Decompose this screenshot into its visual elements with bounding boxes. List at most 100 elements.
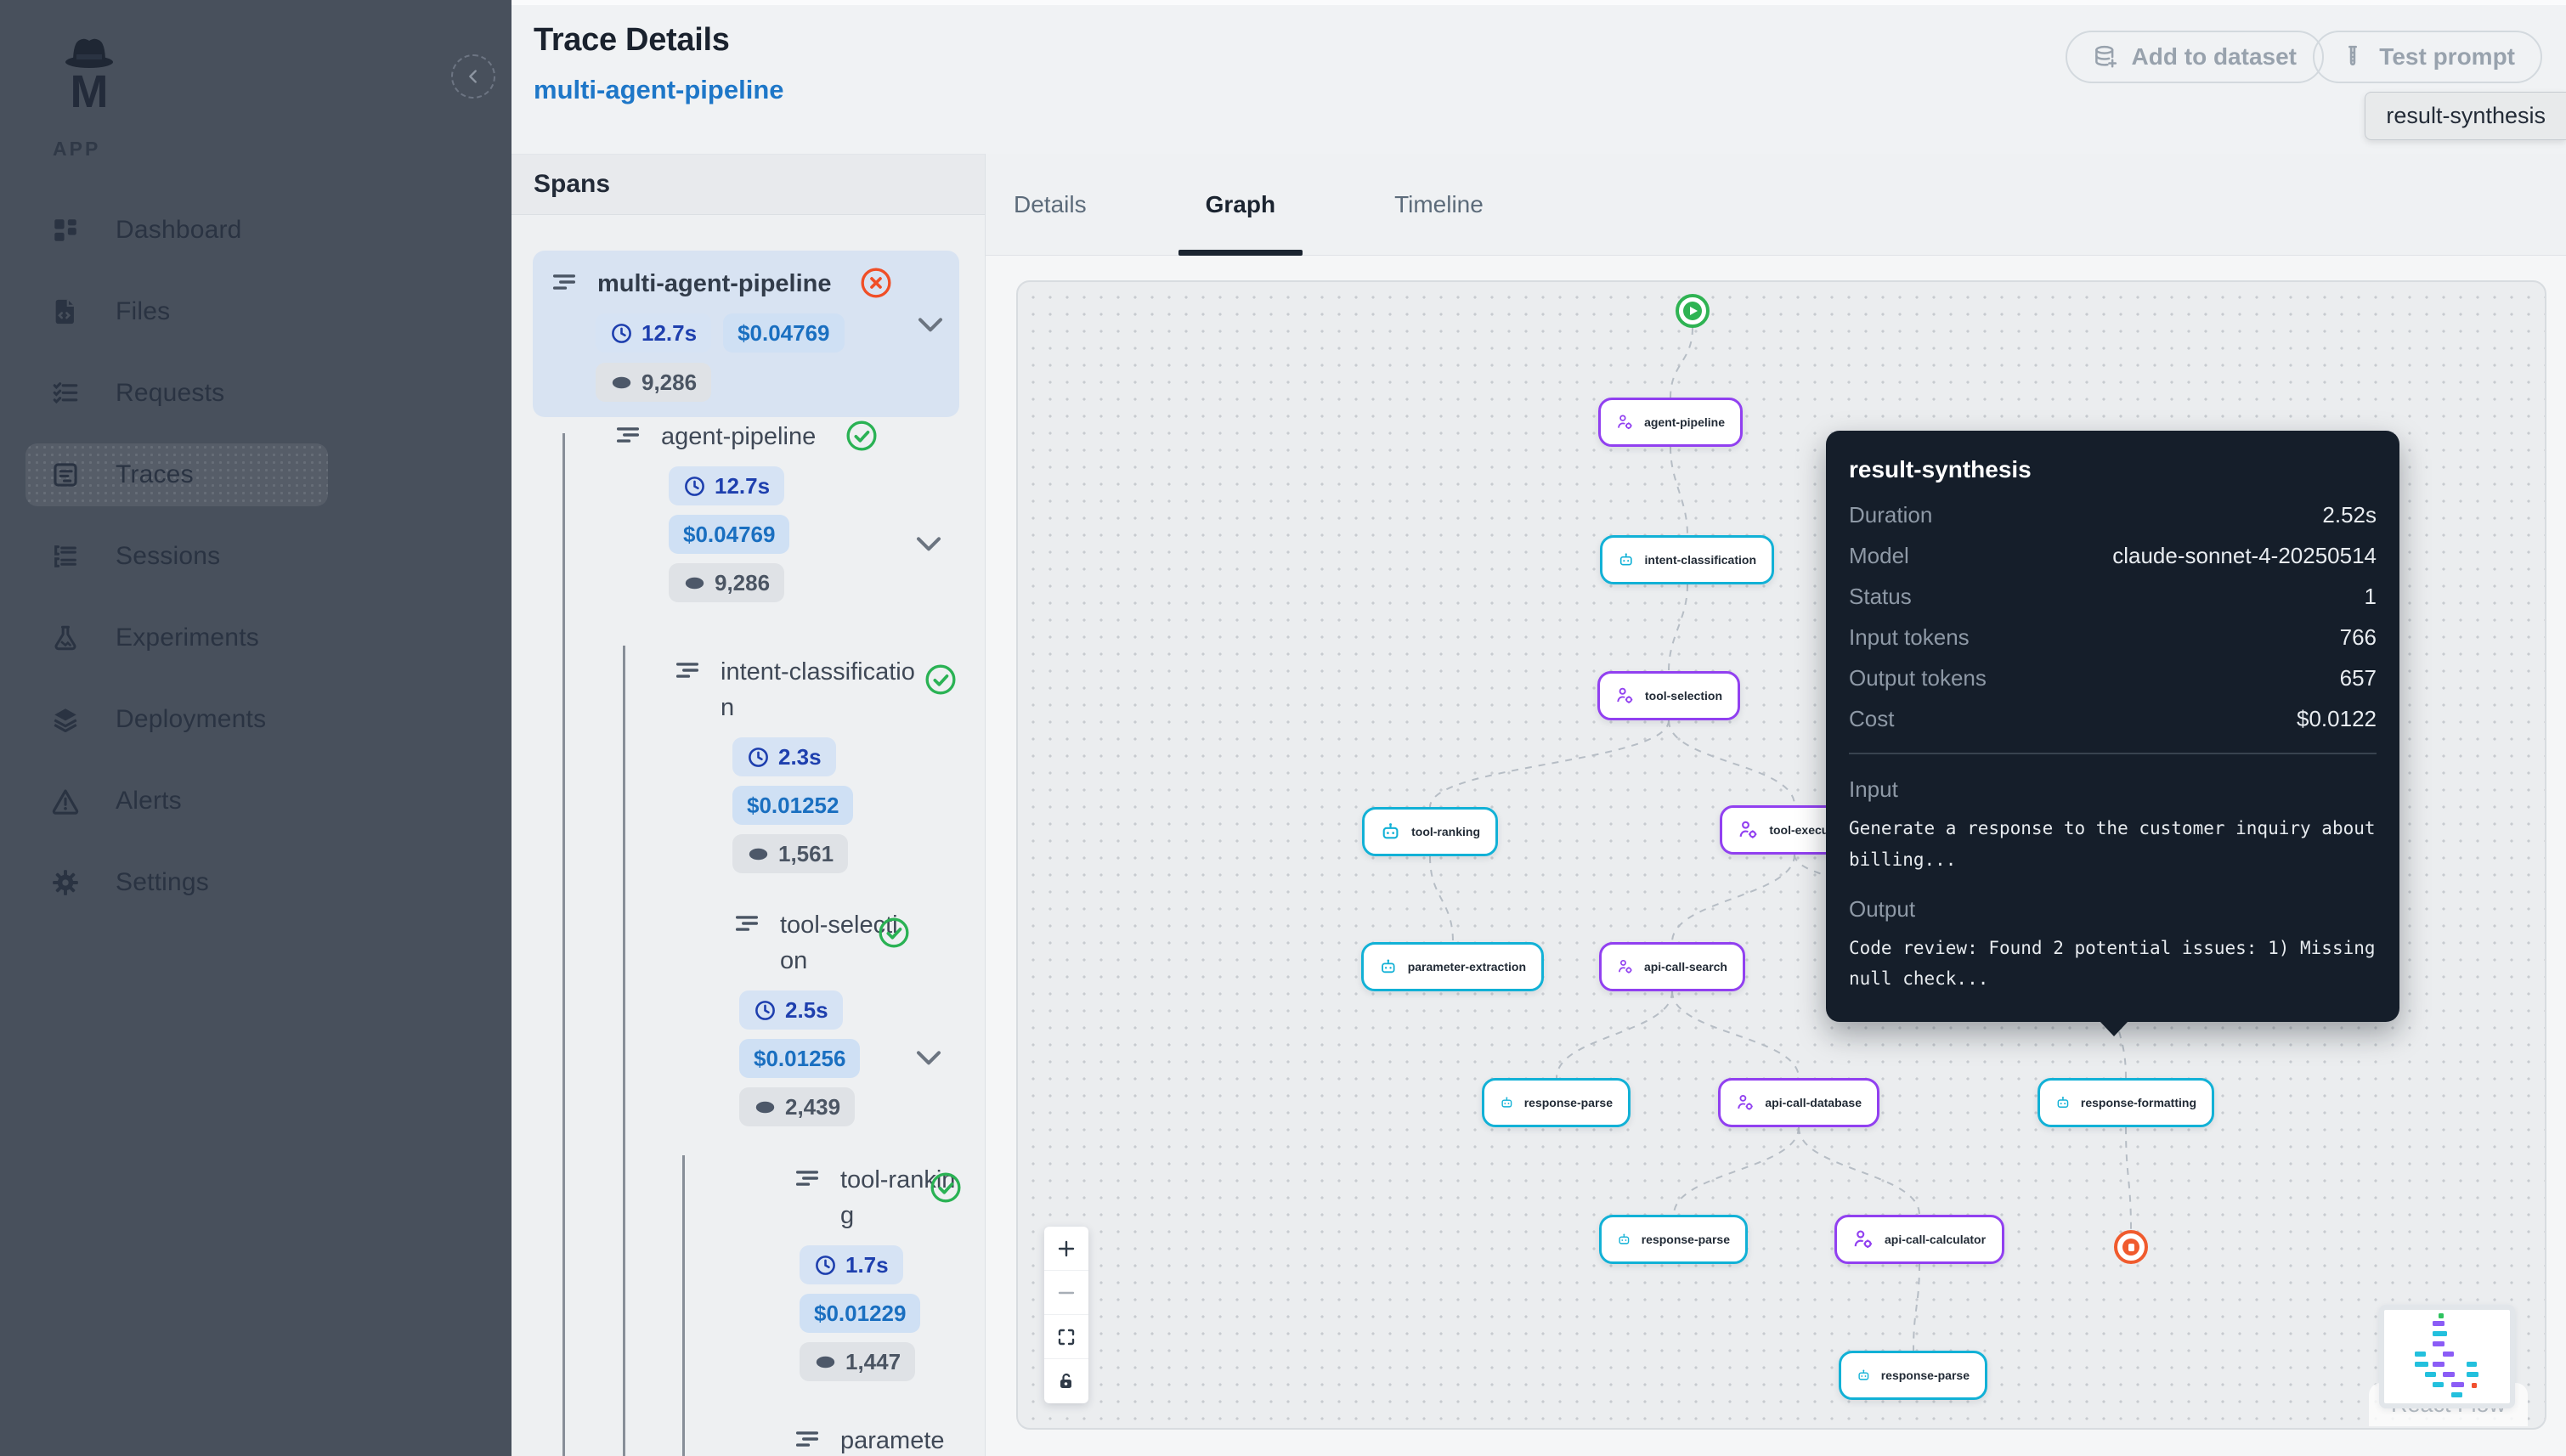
agent-icon xyxy=(1615,685,1635,707)
fit-view-button[interactable] xyxy=(1044,1315,1088,1359)
tooltip-row: Cost $0.0122 xyxy=(1849,706,2377,732)
tab-details[interactable]: Details xyxy=(1014,154,1087,256)
graph-node-tool-selection[interactable]: tool-selection xyxy=(1597,671,1740,720)
sidebar-item-experiments[interactable]: Experiments xyxy=(25,607,328,669)
tooltip-title: result-synthesis xyxy=(1849,456,2377,483)
graph-node-api-call-database[interactable]: api-call-database xyxy=(1718,1078,1879,1127)
sidebar-item-label: Dashboard xyxy=(116,216,242,245)
graph-node-response-formatting[interactable]: response-formatting xyxy=(2038,1078,2214,1127)
flask-icon xyxy=(51,624,80,652)
bot-icon xyxy=(2055,1092,2071,1114)
end-node[interactable] xyxy=(2114,1230,2148,1264)
tooltip-input-text: Generate a response to the customer inqu… xyxy=(1849,813,2377,876)
tooltip-output-text: Code review: Found 2 potential issues: 1… xyxy=(1849,933,2377,996)
dashboard-icon xyxy=(51,216,80,245)
tooltip-row: Input tokens 766 xyxy=(1849,624,2377,651)
sidebar-item-dashboard[interactable]: Dashboard xyxy=(25,199,328,262)
tooltip-row: Duration 2.52s xyxy=(1849,502,2377,528)
chevron-down-icon[interactable] xyxy=(915,1050,942,1067)
graph-node-api-call-search[interactable]: api-call-search xyxy=(1599,942,1745,991)
sidebar-item-settings[interactable]: Settings xyxy=(25,851,328,914)
session-list-icon xyxy=(51,542,80,571)
start-node[interactable] xyxy=(1676,294,1710,328)
graph-node-label: response-formatting xyxy=(2081,1096,2196,1109)
graph-node-response-parse[interactable]: response-parse xyxy=(1839,1351,1987,1400)
lock-toggle-button[interactable] xyxy=(1044,1359,1088,1403)
trace-name-link[interactable]: multi-agent-pipeline xyxy=(534,75,784,105)
tooltip-input-label: Input xyxy=(1849,776,2377,803)
tokens-badge: 2,439 xyxy=(739,1087,855,1126)
minimap-node xyxy=(2451,1392,2462,1397)
span-row-multi-agent-pipeline[interactable]: multi-agent-pipeline 12.7s $0.04769 xyxy=(533,251,959,417)
graph-node-agent-pipeline[interactable]: agent-pipeline xyxy=(1598,398,1743,447)
file-code-icon xyxy=(51,297,80,326)
sidebar-item-sessions[interactable]: Sessions xyxy=(25,525,328,588)
sidebar-collapse-button[interactable] xyxy=(451,54,495,99)
tree-guide-line xyxy=(682,1155,685,1456)
tooltip-output-label: Output xyxy=(1849,896,2377,923)
zoom-out-button[interactable] xyxy=(1044,1271,1088,1315)
span-row-tool-ranking[interactable]: tool-ranking 1.7s $0.01229 1,447 xyxy=(793,1162,958,1381)
clock-icon xyxy=(754,999,777,1022)
graph-node-api-call-calculator[interactable]: api-call-calculator xyxy=(1834,1215,2004,1264)
layers-icon xyxy=(51,705,80,734)
graph-node-response-parse[interactable]: response-parse xyxy=(1482,1078,1631,1127)
trace-doc-icon xyxy=(51,460,80,489)
zoom-in-button[interactable] xyxy=(1044,1227,1088,1271)
cost-badge: $0.01252 xyxy=(732,786,853,825)
node-hover-chip: result-synthesis xyxy=(2365,92,2566,140)
tab-graph[interactable]: Graph xyxy=(1206,154,1275,256)
span-name: parameter-extraction xyxy=(840,1423,949,1456)
agent-icon xyxy=(1617,956,1634,978)
graph-node-label: parameter-extraction xyxy=(1408,960,1526,973)
tokens-badge: 1,561 xyxy=(732,834,848,873)
tab-timeline[interactable]: Timeline xyxy=(1394,154,1484,256)
span-row-agent-pipeline[interactable]: agent-pipeline 12.7s $0.04769 9, xyxy=(613,419,958,602)
chevron-down-icon[interactable] xyxy=(917,317,944,334)
span-row-parameter-extraction[interactable]: parameter-extraction xyxy=(793,1423,958,1456)
sidebar-item-files[interactable]: Files xyxy=(25,280,328,343)
success-status-icon xyxy=(877,916,911,950)
minimap-end-node xyxy=(2472,1383,2477,1388)
sidebar-item-deployments[interactable]: Deployments xyxy=(25,688,328,751)
success-status-icon xyxy=(929,1171,963,1205)
graph-node-intent-classification[interactable]: intent-classification xyxy=(1600,535,1774,584)
duration-badge: 2.5s xyxy=(739,990,843,1030)
minimap-node xyxy=(2467,1372,2478,1377)
zoom-out-icon xyxy=(1056,1283,1077,1303)
span-row-tool-selection[interactable]: tool-selection 2.5s $0.01256 2,439 xyxy=(732,907,958,1126)
gear-icon xyxy=(51,868,80,897)
duration-badge: 12.7s xyxy=(596,313,711,353)
span-tree-icon xyxy=(673,656,702,685)
sidebar-item-label: Traces xyxy=(116,460,194,489)
spans-panel-title: Spans xyxy=(512,154,985,215)
chevron-down-icon[interactable] xyxy=(915,536,942,553)
sidebar-item-alerts[interactable]: Alerts xyxy=(25,770,328,832)
minimap-node xyxy=(2433,1382,2444,1387)
detail-tabs: Details Graph Timeline xyxy=(986,154,2566,256)
alert-triangle-icon xyxy=(51,787,80,815)
tooltip-divider xyxy=(1849,753,2377,754)
graph-node-tool-ranking[interactable]: tool-ranking xyxy=(1362,807,1498,856)
graph-minimap[interactable] xyxy=(2379,1305,2515,1408)
sidebar-item-traces[interactable]: Traces xyxy=(25,443,328,506)
graph-node-label: response-parse xyxy=(1881,1369,1970,1382)
sidebar-item-label: Files xyxy=(116,297,170,326)
test-prompt-button[interactable]: Test prompt xyxy=(2313,31,2542,83)
logo-letter: M xyxy=(71,66,109,112)
add-to-dataset-button[interactable]: Add to dataset xyxy=(2066,31,2324,83)
tokens-badge: 9,286 xyxy=(596,363,711,402)
span-tree-icon xyxy=(550,268,579,296)
duration-badge: 12.7s xyxy=(669,466,784,505)
fit-view-icon xyxy=(1056,1327,1077,1347)
graph-controls xyxy=(1044,1227,1088,1403)
graph-canvas[interactable]: agent-pipeline intent-classification too… xyxy=(1016,280,2546,1430)
span-row-intent-classification[interactable]: intent-classification 2.3s $0.01252 1,56 xyxy=(673,654,958,873)
span-tree-icon xyxy=(613,420,642,449)
sidebar-item-label: Experiments xyxy=(116,624,259,652)
minimap-node xyxy=(2415,1352,2426,1357)
graph-node-parameter-extraction[interactable]: parameter-extraction xyxy=(1361,942,1544,991)
coin-icon xyxy=(754,1096,777,1119)
graph-node-response-parse[interactable]: response-parse xyxy=(1599,1215,1748,1264)
sidebar-item-requests[interactable]: Requests xyxy=(25,362,328,425)
